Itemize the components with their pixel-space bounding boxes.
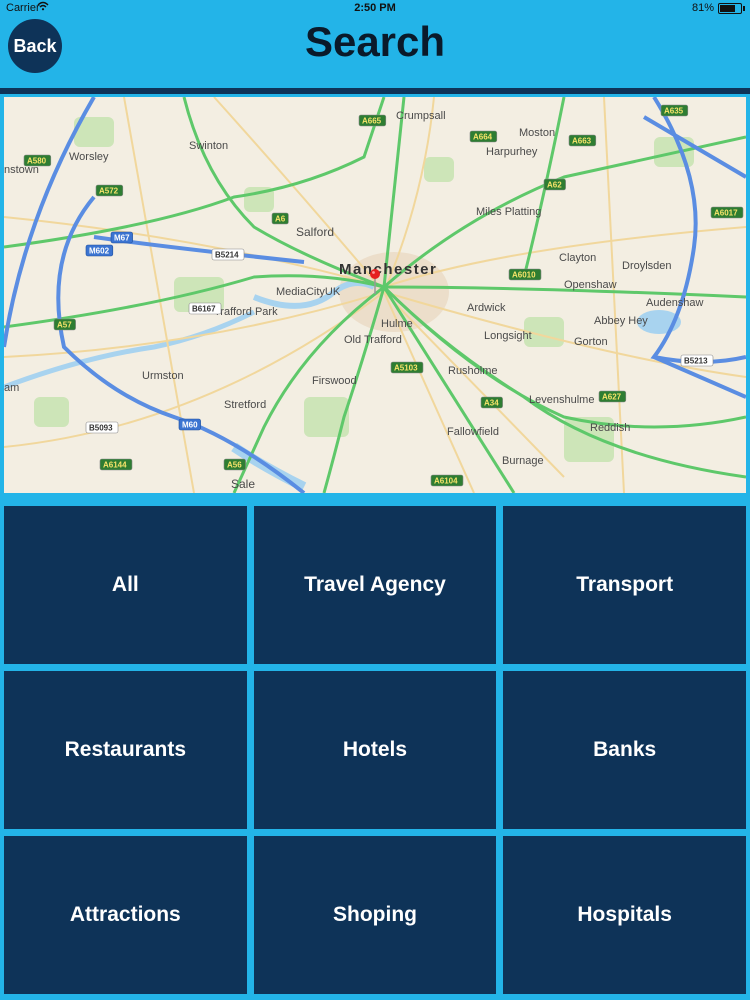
category-hotels-button[interactable]: Hotels: [253, 671, 497, 829]
map-place-label: Crumpsall: [396, 110, 446, 122]
map-place-label: Droylsden: [622, 260, 672, 272]
map-view[interactable]: Crumpsall Swinton Worsley Moston Harpurh…: [4, 97, 746, 493]
map-place-label: Reddish: [590, 422, 630, 434]
road-label: A6017: [714, 209, 738, 218]
road-label: B5214: [215, 251, 239, 260]
map-place-label: Fallowfield: [447, 426, 499, 438]
map-place-label: Trafford Park: [214, 306, 278, 318]
road-label: M602: [89, 247, 110, 256]
road-label: A635: [664, 107, 684, 116]
map-place-label: Rusholme: [448, 365, 498, 377]
page-title: Search: [304, 18, 446, 65]
map-place-label: Clayton: [559, 252, 596, 264]
road-label: M67: [114, 234, 130, 243]
map-place-label: Old Trafford: [344, 334, 402, 346]
category-grid: All Travel Agency Transport Restaurants …: [4, 506, 746, 994]
road-label: A627: [602, 393, 622, 402]
map-place-label: Openshaw: [564, 279, 617, 291]
road-label: A62: [547, 181, 562, 190]
map-place-label: am: [4, 382, 19, 394]
map-place-label: Abbey Hey: [594, 315, 648, 327]
road-label: A6010: [512, 271, 536, 280]
category-banks-button[interactable]: Banks: [503, 671, 746, 829]
road-label: A5103: [394, 364, 418, 373]
category-shoping-button[interactable]: Shoping: [253, 836, 497, 994]
map-place-label: Harpurhey: [486, 146, 538, 158]
map-place-label: Firswood: [312, 375, 357, 387]
road-label: A663: [572, 137, 592, 146]
road-label: A572: [99, 187, 119, 196]
map-place-label: Burnage: [502, 455, 544, 467]
category-restaurants-button[interactable]: Restaurants: [4, 671, 247, 829]
map-place-label: Gorton: [574, 336, 608, 348]
road-label: A580: [27, 157, 47, 166]
map-place-label: Moston: [519, 127, 555, 139]
road-label: B6167: [192, 305, 216, 314]
status-time: 2:50 PM: [354, 2, 396, 14]
map-place-label: Swinton: [189, 140, 228, 152]
road-label: A6144: [103, 461, 127, 470]
map-place-label: Worsley: [69, 151, 109, 163]
road-label: A6: [275, 215, 286, 224]
road-label: M60: [182, 421, 198, 430]
battery-icon: [718, 3, 745, 14]
road-label: B5213: [684, 357, 708, 366]
map-place-label: Stretford: [224, 399, 266, 411]
road-label: A57: [57, 321, 72, 330]
header-divider: [0, 88, 750, 94]
map-place-label: Hulme: [381, 318, 413, 330]
road-label: A664: [473, 133, 493, 142]
category-hospitals-button[interactable]: Hospitals: [503, 836, 746, 994]
map-place-label: Salford: [296, 225, 334, 239]
map-city-label: Manchester: [339, 261, 437, 278]
road-label: A665: [362, 117, 382, 126]
map-place-label: Miles Platting: [476, 206, 541, 218]
header: Search Back: [0, 16, 750, 86]
road-label: B5093: [89, 424, 113, 433]
category-transport-button[interactable]: Transport: [503, 506, 746, 664]
map-place-label: Audenshaw: [646, 297, 704, 309]
back-button[interactable]: Back: [8, 19, 62, 73]
status-bar: Carrier 2:50 PM 81%: [0, 0, 750, 16]
battery-percentage: 81%: [691, 2, 714, 14]
road-label: A56: [227, 461, 242, 470]
map-place-label: Longsight: [484, 330, 532, 342]
category-travel-agency-button[interactable]: Travel Agency: [253, 506, 497, 664]
category-attractions-button[interactable]: Attractions: [4, 836, 247, 994]
road-label: A34: [484, 399, 499, 408]
category-all-button[interactable]: All: [4, 506, 247, 664]
map-place-label: Urmston: [142, 370, 184, 382]
map-place-label: Sale: [231, 477, 255, 491]
map-place-label: MediaCityUK: [276, 286, 341, 298]
map-place-label: Levenshulme: [529, 394, 594, 406]
road-label: A6104: [434, 477, 458, 486]
map-place-label: Ardwick: [467, 302, 506, 314]
